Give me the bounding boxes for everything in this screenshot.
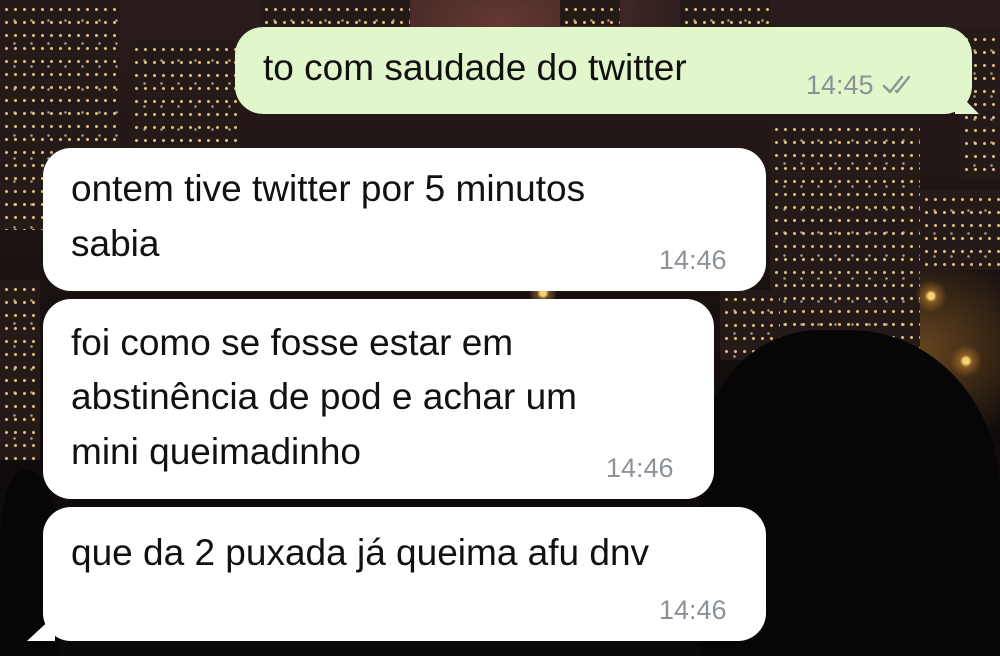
wallpaper-building	[0, 280, 40, 460]
incoming-message-bubble[interactable]: foi como se fosse estar em abstinência d…	[43, 299, 714, 499]
wallpaper-light	[950, 345, 982, 377]
message-text: abstinência de pod e achar um	[71, 376, 578, 417]
message-timestamp: 14:46	[659, 245, 727, 275]
message-timestamp: 14:45	[806, 70, 874, 100]
wallpaper-building	[770, 120, 920, 360]
message-text: ontem tive twitter por 5 minutos	[71, 168, 586, 209]
message-text: to com saudade do twitter	[263, 47, 687, 88]
wallpaper-building	[680, 0, 770, 30]
message-timestamp: 14:46	[606, 453, 674, 483]
message-text: foi como se fosse estar em	[71, 322, 514, 363]
message-text: mini queimadinho	[71, 431, 362, 472]
wallpaper-building	[920, 190, 1000, 270]
incoming-message-bubble[interactable]: que da 2 puxada já queima afu dnv 14:46	[43, 507, 766, 641]
wallpaper-building	[560, 0, 620, 26]
incoming-message-bubble[interactable]: ontem tive twitter por 5 minutos sabia 1…	[43, 148, 766, 291]
wallpaper-light	[915, 280, 947, 312]
double-check-icon	[882, 72, 916, 102]
outgoing-message-bubble[interactable]: to com saudade do twitter 14:45	[235, 27, 972, 114]
wallpaper-building	[260, 0, 410, 30]
message-meta: 14:45	[806, 70, 916, 102]
message-text: sabia	[71, 223, 160, 264]
message-timestamp: 14:46	[659, 595, 727, 625]
message-text: que da 2 puxada já queima afu dnv	[71, 532, 650, 573]
